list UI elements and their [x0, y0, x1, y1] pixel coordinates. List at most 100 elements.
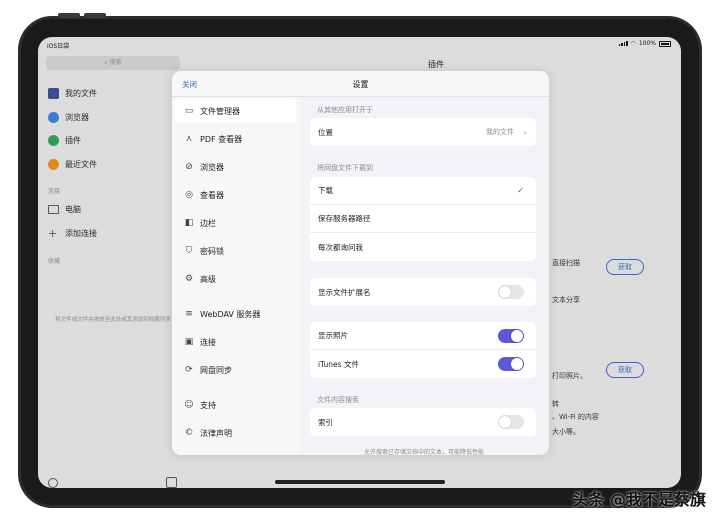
battery-percent: 100% [638, 40, 656, 47]
settings-item-sidebar[interactable]: ◧ 边栏 [184, 211, 296, 235]
download-option-ask[interactable]: 每次都询问我 [310, 233, 536, 261]
settings-item-pdf-viewer[interactable]: ⋏ PDF 查看器 [184, 127, 296, 151]
clock-icon [48, 159, 59, 170]
compass-icon: ⊘ [185, 162, 193, 172]
settings-item-cloud-sync[interactable]: ⟳ 网盘同步 [184, 358, 296, 382]
copyright-icon: © [184, 428, 194, 438]
itunes-files-toggle[interactable] [498, 357, 524, 371]
settings-item-passcode[interactable]: ⛉ 密码锁 [184, 239, 296, 263]
settings-item-connections[interactable]: ▣ 连接 [184, 330, 296, 354]
show-photos-toggle[interactable] [498, 328, 524, 343]
get-button[interactable]: 获取 [606, 362, 644, 378]
plugin-title: 转 [552, 400, 559, 408]
home-indicator [275, 480, 445, 484]
modal-title: 设置 [352, 80, 369, 89]
monitor-icon [48, 205, 59, 214]
sidebar-item-my-files[interactable]: 我的文件 [48, 88, 97, 99]
settings-item-legal[interactable]: © 法律声明 [184, 421, 296, 445]
settings-content: 从其他应用打开于 位置 我的文件 › 将网盘文件下载到 下载 ✓ 保存服务器路径 [305, 97, 543, 455]
settings-item-viewer[interactable]: ◎ 查看器 [184, 183, 296, 207]
sidebar-item-label: 电脑 [65, 205, 81, 214]
settings-item-label: 高级 [200, 274, 216, 284]
wifi-icon: ◠ [630, 40, 636, 47]
show-extension-toggle[interactable] [498, 285, 524, 299]
photos-group: 显示照片 iTunes 文件 [310, 322, 536, 378]
favorites-empty-text: 将文件或文件夹拖放至此处或其添加到收藏列表 [55, 317, 171, 323]
download-option-download[interactable]: 下载 ✓ [310, 177, 536, 205]
sidebar-item-label: 最近文件 [65, 160, 97, 169]
status-time: iOS日袋 [47, 43, 70, 50]
compass-icon [48, 112, 59, 123]
settings-item-label: 法律声明 [200, 428, 232, 438]
settings-item-label: 查看器 [200, 190, 224, 200]
eye-icon: ◎ [185, 190, 193, 200]
index-footnote: 允许搜索已存储文档中的文本，可能降低性能 [363, 449, 484, 455]
watermark-text: 头条 @我不是蔡旗 [572, 490, 706, 509]
itunes-files-row: iTunes 文件 [310, 350, 536, 378]
sidebar-item-recent[interactable]: 最近文件 [48, 159, 97, 170]
section-download-to: 将网盘文件下载到 [317, 164, 373, 172]
settings-sidebar: ▭ 文件管理器 ⋏ PDF 查看器 ⊘ 浏览器 ◎ 查看器 ◧ 边栏 ⛉ 密码锁 [172, 97, 299, 455]
plugin-desc: 大小等。 [552, 428, 580, 436]
settings-modal: 关闭 设置 ▭ 文件管理器 ⋏ PDF 查看器 ⊘ 浏览器 ◎ 查看器 ◧ 边栏 [172, 71, 549, 455]
show-photos-label: 显示照片 [318, 331, 348, 340]
settings-item-advanced[interactable]: ⚙ 高级 [184, 267, 296, 291]
settings-item-browser[interactable]: ⊘ 浏览器 [184, 155, 296, 179]
pdf-icon: ⋏ [185, 134, 193, 144]
settings-item-label: 密码锁 [200, 246, 224, 256]
section-content-search: 文件内容搜索 [317, 396, 359, 404]
section-connections: 连接 [48, 188, 61, 195]
settings-item-label: 边栏 [200, 218, 216, 228]
sidebar-item-plugins[interactable]: 插件 [48, 135, 81, 146]
sidebar-item-label: 浏览器 [65, 113, 89, 122]
top-button [84, 13, 106, 18]
settings-gear-icon[interactable] [48, 478, 58, 488]
chevron-right-icon: › [523, 127, 527, 137]
location-row[interactable]: 位置 我的文件 › [310, 118, 536, 146]
plugin-icon [48, 135, 59, 146]
sidebar-item-label: 添加连接 [65, 229, 97, 238]
support-icon: ☺ [184, 400, 194, 410]
search-placeholder: 搜索 [109, 59, 122, 66]
sync-icon: ⟳ [185, 365, 193, 375]
show-extension-label: 显示文件扩展名 [318, 287, 371, 297]
sidebar-item-add-connection[interactable]: + 添加连接 [48, 228, 97, 239]
sidebar-item-label: 插件 [65, 136, 81, 145]
main-title: 插件 [428, 60, 444, 69]
battery-icon [659, 40, 671, 47]
sidebar-item-computer[interactable]: 电脑 [48, 204, 81, 215]
settings-item-label: WebDAV 服务器 [200, 309, 261, 319]
checkmark-icon: ✓ [517, 186, 524, 195]
sidebar-item-label: 我的文件 [65, 89, 97, 98]
option-label: 下载 [318, 186, 333, 195]
screen: iOS日袋 ◠ 100% ⌕ 搜索 我的文件 浏览器 插件 最近文件 连接 电脑… [38, 37, 681, 488]
sidebar-item-browser[interactable]: 浏览器 [48, 112, 89, 123]
settings-item-support[interactable]: ☺ 支持 [184, 393, 296, 417]
settings-item-label: 网盘同步 [200, 365, 232, 375]
sidebar-icon: ◧ [184, 218, 194, 228]
sidebar: ⌕ 搜索 我的文件 浏览器 插件 最近文件 连接 电脑 + 添加连接 收藏 将文… [38, 51, 188, 488]
open-from-group: 位置 我的文件 › [310, 118, 536, 146]
sidebar-search[interactable]: ⌕ 搜索 [46, 56, 180, 70]
location-value: 我的文件 [486, 128, 514, 136]
download-option-server-path[interactable]: 保存服务器路径 [310, 205, 536, 233]
extension-group: 显示文件扩展名 [310, 278, 536, 306]
plugin-desc: 文本分享 [552, 296, 580, 304]
status-bar: iOS日袋 ◠ 100% [38, 37, 681, 51]
option-label: 保存服务器路径 [318, 214, 371, 223]
folder-icon: ▭ [184, 106, 194, 116]
monitor-icon: ▣ [184, 337, 194, 347]
plus-icon: + [48, 227, 58, 240]
settings-item-webdav[interactable]: ≡ WebDAV 服务器 [184, 302, 296, 326]
option-label: 每次都询问我 [318, 242, 363, 252]
collapse-sidebar-icon[interactable] [166, 477, 177, 488]
plugin-desc: 打印照片。 [552, 372, 587, 380]
settings-item-label: 连接 [200, 337, 216, 347]
section-open-from: 从其他应用打开于 [317, 106, 373, 114]
get-button[interactable]: 获取 [606, 259, 644, 275]
settings-item-label: 支持 [200, 400, 216, 410]
index-label: 索引 [318, 417, 333, 427]
index-toggle[interactable] [498, 415, 524, 429]
top-button [58, 13, 80, 18]
settings-item-file-manager[interactable]: ▭ 文件管理器 [174, 99, 296, 123]
